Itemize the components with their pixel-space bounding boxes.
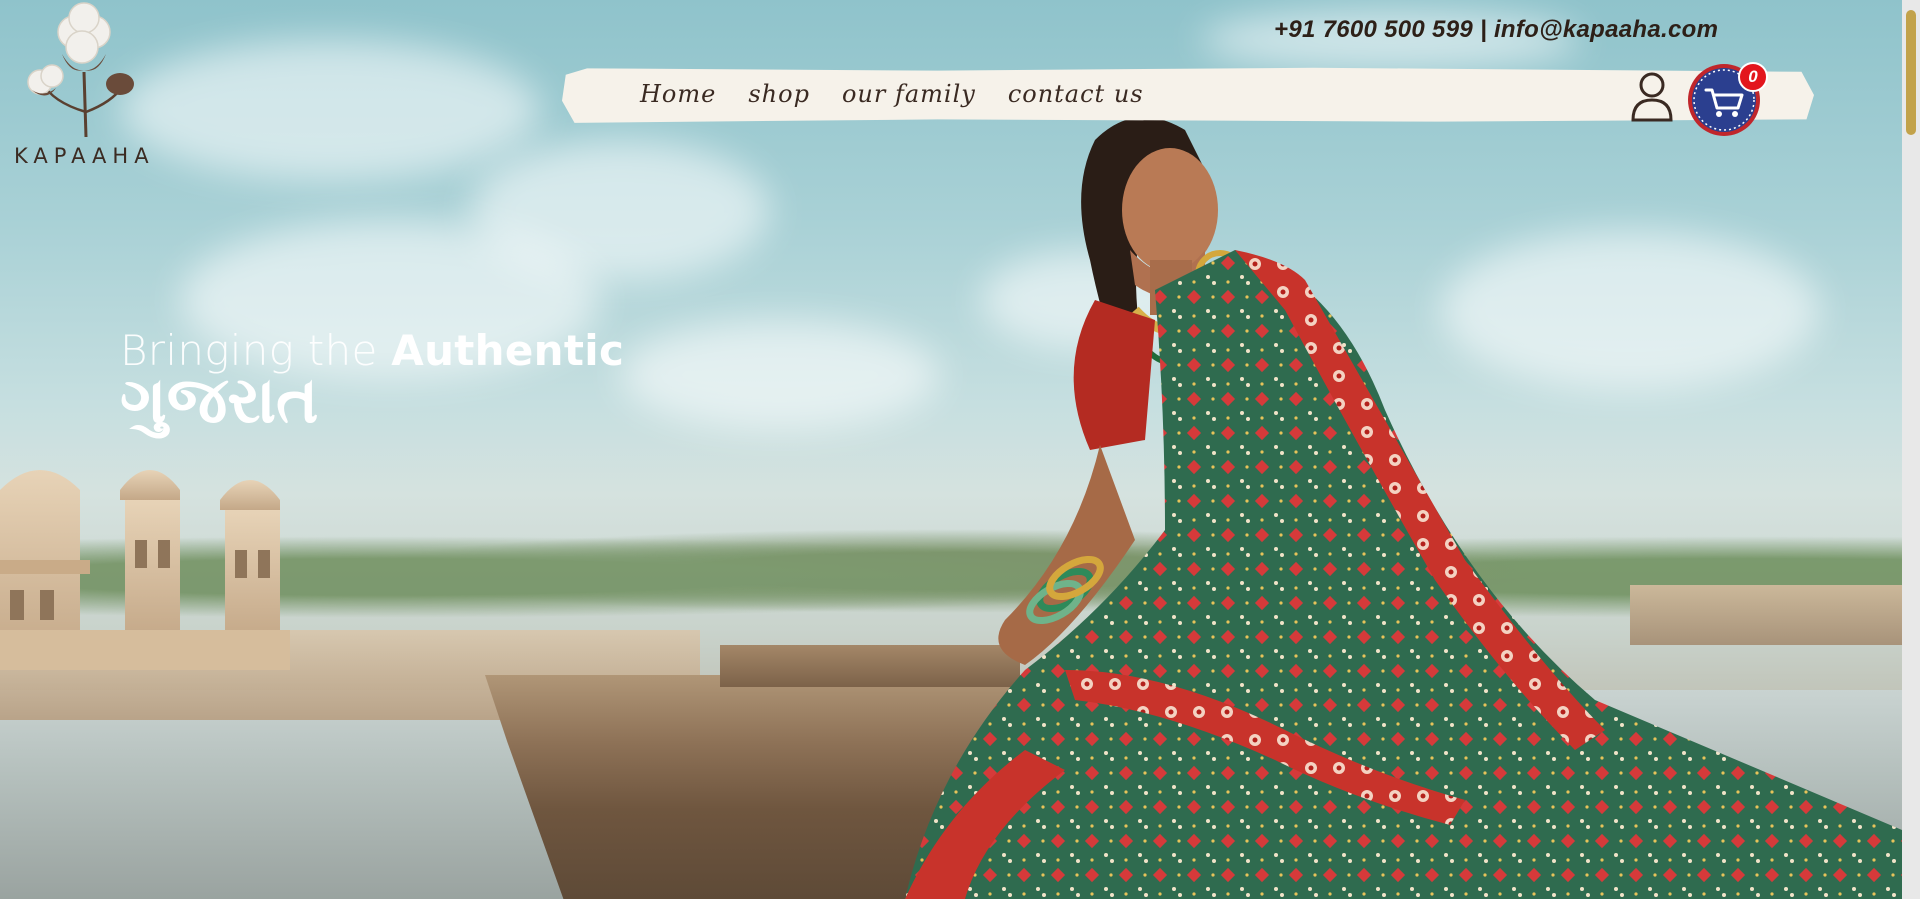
- model-in-patola-saree: [905, 110, 1902, 899]
- contact-strip: +91 7600 500 599 | info@kapaaha.com: [1274, 16, 1718, 44]
- scrollbar-thumb[interactable]: [1906, 10, 1916, 135]
- brand-name: KAPAAHA: [14, 144, 155, 168]
- page-scrollbar[interactable]: [1902, 0, 1920, 899]
- hero-title-gujarati: ગુજરાત: [120, 364, 319, 438]
- hero-tagline-bold: Authentic: [391, 326, 625, 375]
- nav-item-shop[interactable]: shop: [748, 80, 810, 108]
- hero-banner: [0, 0, 1902, 899]
- user-icon[interactable]: [1630, 70, 1674, 122]
- main-navigation: Home shop our family contact us: [640, 80, 1144, 108]
- nav-item-our-family[interactable]: our family: [842, 80, 976, 108]
- cloud: [120, 40, 540, 180]
- phone-number[interactable]: +91 7600 500 599: [1274, 16, 1473, 44]
- email-address[interactable]: info@kapaaha.com: [1494, 16, 1718, 44]
- cart-count-badge: 0: [1738, 62, 1768, 92]
- chhatri-temple-illustration: [0, 470, 290, 670]
- cloud: [620, 320, 940, 430]
- nav-item-contact-us[interactable]: contact us: [1008, 80, 1144, 108]
- nav-item-home[interactable]: Home: [640, 80, 716, 108]
- contact-separator: |: [1479, 16, 1487, 43]
